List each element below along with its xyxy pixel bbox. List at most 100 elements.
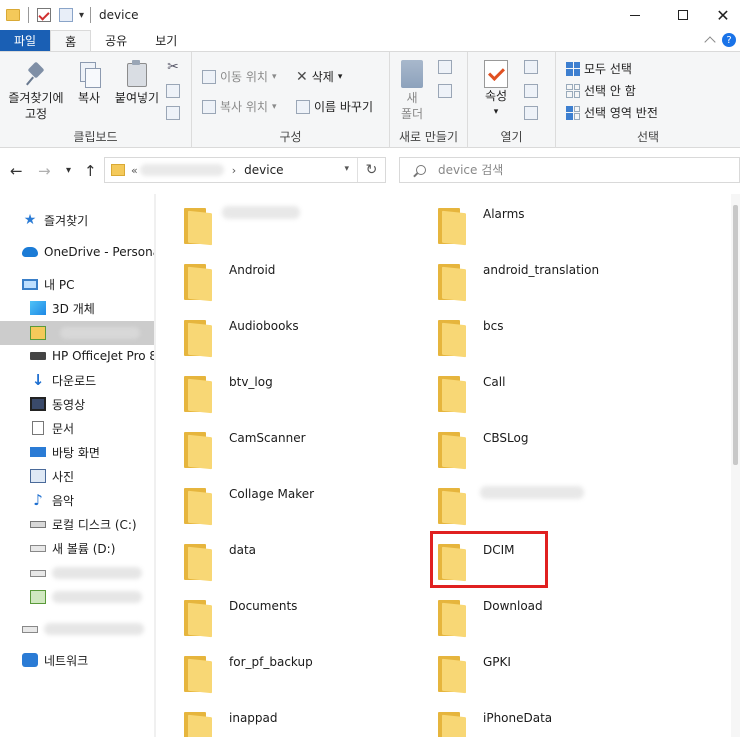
paste-shortcut-button[interactable] <box>166 106 180 120</box>
new-item-button[interactable] <box>438 60 452 74</box>
up-button[interactable]: ↑ <box>84 162 97 180</box>
nav-item-volume-d[interactable]: 새 볼륨 (D:) <box>0 537 154 559</box>
copy-to-button[interactable]: 복사 위치 ▾ <box>202 98 277 115</box>
folder-item-audiobooks[interactable]: Audiobooks <box>156 306 396 362</box>
tab-home[interactable]: 홈 <box>50 30 92 51</box>
chevron-down-icon[interactable]: ▾ <box>79 10 84 21</box>
folder-item-for-pf-backup[interactable]: for_pf_backup <box>156 642 396 698</box>
breadcrumb-hidden-segment[interactable] <box>139 164 224 176</box>
chevron-down-icon[interactable]: ▾ <box>344 164 349 174</box>
new-folder-button[interactable]: 새 폴더 <box>396 58 428 122</box>
new-folder-icon <box>401 60 423 88</box>
nav-item-documents[interactable]: 문서 <box>0 417 154 439</box>
folder-item-alarms[interactable]: Alarms <box>410 194 650 250</box>
easy-access-button[interactable] <box>438 84 452 98</box>
invert-selection-button[interactable]: 선택 영역 반전 <box>566 104 658 121</box>
picture-icon <box>30 469 46 483</box>
nav-item-hidden-drive-1[interactable] <box>0 562 154 584</box>
pin-to-quick-access-button[interactable]: 즐겨찾기에 고정 <box>4 58 68 122</box>
select-none-button[interactable]: 선택 안 함 <box>566 82 636 99</box>
nav-item-this-pc[interactable]: 내 PC <box>0 273 154 295</box>
folder-item-iphonedata[interactable]: iPhoneData <box>410 698 650 737</box>
file-list: Android Audiobooks btv_log CamScanner Co… <box>156 194 740 737</box>
nav-item-printer[interactable]: HP OfficeJet Pro 82 <box>0 345 154 367</box>
folder-item-download[interactable]: Download <box>410 586 650 642</box>
rename-icon <box>296 99 310 114</box>
recent-locations-button[interactable]: ▾ <box>66 165 71 176</box>
properties-button[interactable]: 속성 ▾ <box>476 58 516 120</box>
paste-button[interactable]: 붙여넣기 <box>110 58 164 106</box>
close-button[interactable]: ✕ <box>706 0 740 30</box>
edit-button[interactable] <box>524 84 538 98</box>
forward-button[interactable]: → <box>38 162 51 180</box>
folder-item-btv-log[interactable]: btv_log <box>156 362 396 418</box>
move-to-button[interactable]: 이동 위치 ▾ <box>202 68 277 85</box>
nav-item-onedrive[interactable]: OneDrive - Personal <box>0 241 154 263</box>
copy-icon <box>78 62 101 88</box>
nav-item-hidden-drive-3[interactable] <box>0 618 154 640</box>
rename-label: 이름 바꾸기 <box>314 100 374 114</box>
drive-icon <box>30 569 46 577</box>
folder-item-android-translation[interactable]: android_translation <box>410 250 650 306</box>
properties-icon[interactable] <box>37 8 51 22</box>
breadcrumb-chevron-icon[interactable]: › <box>232 164 236 177</box>
new-folder-icon[interactable] <box>59 8 73 22</box>
clipboard-group: 즐겨찾기에 고정 복사 붙여넣기 ✂ 클립보드 <box>0 52 192 148</box>
breadcrumb-overflow[interactable]: « <box>131 164 138 177</box>
nav-item-network[interactable]: 네트워크 <box>0 649 154 671</box>
folder-item-call[interactable]: Call <box>410 362 650 418</box>
folder-item-collage-maker[interactable]: Collage Maker <box>156 474 396 530</box>
cut-button[interactable]: ✂ <box>166 60 180 74</box>
tab-file[interactable]: 파일 <box>0 30 51 51</box>
history-icon <box>524 106 538 120</box>
rename-button[interactable]: 이름 바꾸기 <box>296 98 373 115</box>
minimize-button[interactable] <box>612 0 658 30</box>
nav-item-local-disk-c[interactable]: 로컬 디스크 (C:) <box>0 513 154 535</box>
nav-item-quick-access[interactable]: ★ 즐겨찾기 <box>0 209 154 231</box>
folder-item-inappad[interactable]: inappad <box>156 698 396 737</box>
copy-path-button[interactable] <box>166 84 180 98</box>
tab-share[interactable]: 공유 <box>91 30 141 51</box>
nav-item-desktop[interactable]: 바탕 화면 <box>0 441 154 463</box>
breadcrumb-current[interactable]: device <box>244 163 283 177</box>
chevron-down-icon: ▾ <box>271 101 277 112</box>
folder-item-data[interactable]: data <box>156 530 396 586</box>
new-group: 새 폴더 새로 만들기 <box>390 52 468 148</box>
paste-shortcut-icon <box>166 106 180 120</box>
folder-item-gpki[interactable]: GPKI <box>410 642 650 698</box>
nav-item-pictures[interactable]: 사진 <box>0 465 154 487</box>
nav-item-music[interactable]: ♪ 음악 <box>0 489 154 511</box>
address-bar[interactable]: « › device ▾ ↻ <box>104 157 386 183</box>
copy-button[interactable]: 복사 <box>70 58 108 106</box>
address-toolbar: ← → ▾ ↑ « › device ▾ ↻ <box>0 148 740 194</box>
nav-item-hidden-drive-2[interactable] <box>0 586 154 608</box>
folder-item-camscanner[interactable]: CamScanner <box>156 418 396 474</box>
chevron-down-icon: ▾ <box>271 71 277 82</box>
help-icon[interactable]: ? <box>722 33 736 47</box>
back-button[interactable]: ← <box>10 162 23 180</box>
history-button[interactable] <box>524 106 538 120</box>
nav-item-network-device[interactable] <box>0 321 154 345</box>
delete-button[interactable]: ✕ 삭제 ▾ <box>296 68 342 85</box>
search-box[interactable] <box>399 157 740 183</box>
scrollbar-thumb[interactable] <box>733 205 738 465</box>
nav-item-3d-objects[interactable]: 3D 개체 <box>0 297 154 319</box>
select-none-label: 선택 안 함 <box>584 84 636 98</box>
folder-item-bcs[interactable]: bcs <box>410 306 650 362</box>
folder-item-android[interactable]: Android <box>156 250 396 306</box>
folder-item-hidden-2[interactable] <box>410 474 650 530</box>
folder-item-cbslog[interactable]: CBSLog <box>410 418 650 474</box>
nav-item-videos[interactable]: 동영상 <box>0 393 154 415</box>
search-input[interactable] <box>438 163 718 177</box>
open-button[interactable] <box>524 60 538 74</box>
folder-label: bcs <box>483 319 504 333</box>
tab-view[interactable]: 보기 <box>141 30 191 51</box>
nav-item-downloads[interactable]: ↓ 다운로드 <box>0 369 154 391</box>
refresh-button[interactable]: ↻ <box>357 158 385 182</box>
select-all-button[interactable]: 모두 선택 <box>566 60 632 77</box>
folder-item-hidden[interactable] <box>156 194 396 250</box>
folder-item-documents[interactable]: Documents <box>156 586 396 642</box>
chevron-up-icon[interactable] <box>704 36 716 48</box>
maximize-button[interactable] <box>660 0 706 30</box>
invert-selection-label: 선택 영역 반전 <box>584 106 658 120</box>
